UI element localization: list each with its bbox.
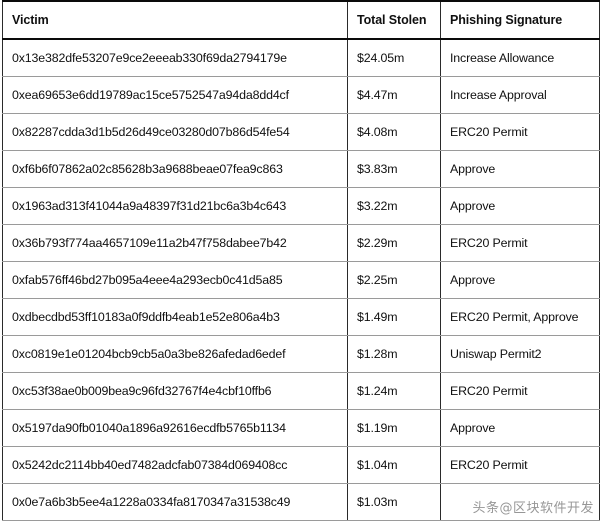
table-row: 0xc53f38ae0b009bea9c96fd32767f4e4cbf10ff… (2, 372, 600, 410)
cell-phishing-signature: Increase Allowance (440, 39, 600, 77)
table-row: 0x1963ad313f41044a9a48397f31d21bc6a3b4c6… (2, 187, 600, 225)
cell-total-stolen: $4.08m (347, 113, 441, 151)
cell-phishing-signature: Increase Approval (440, 76, 600, 114)
cell-total-stolen: $3.83m (347, 150, 441, 188)
table-row: 0x13e382dfe53207e9ce2eeeab330f69da279417… (2, 39, 600, 77)
cell-phishing-signature: ERC20 Permit (440, 224, 600, 262)
cell-victim-address: 0xea69653e6dd19789ac15ce5752547a94da8dd4… (2, 76, 348, 114)
column-header-phishing-signature: Phishing Signature (440, 0, 600, 40)
cell-victim-address: 0xc53f38ae0b009bea9c96fd32767f4e4cbf10ff… (2, 372, 348, 410)
cell-victim-address: 0x13e382dfe53207e9ce2eeeab330f69da279417… (2, 39, 348, 77)
cell-total-stolen: $24.05m (347, 39, 441, 77)
cell-victim-address: 0xf6b6f07862a02c85628b3a9688beae07fea9c8… (2, 150, 348, 188)
column-header-victim: Victim (2, 0, 348, 40)
table-row: 0x5197da90fb01040a1896a92616ecdfb5765b11… (2, 409, 600, 447)
table-row: 0x36b793f774aa4657109e11a2b47f758dabee7b… (2, 224, 600, 262)
table-row: 0xf6b6f07862a02c85628b3a9688beae07fea9c8… (2, 150, 600, 188)
table-row: 0x0e7a6b3b5ee4a1228a0334fa8170347a31538c… (2, 483, 600, 521)
cell-total-stolen: $1.04m (347, 446, 441, 484)
cell-victim-address: 0x1963ad313f41044a9a48397f31d21bc6a3b4c6… (2, 187, 348, 225)
cell-victim-address: 0x5197da90fb01040a1896a92616ecdfb5765b11… (2, 409, 348, 447)
cell-total-stolen: $1.19m (347, 409, 441, 447)
cell-victim-address: 0xc0819e1e01204bcb9cb5a0a3be826afedad6ed… (2, 335, 348, 373)
cell-phishing-signature: Approve (440, 150, 600, 188)
cell-victim-address: 0xdbecdbd53ff10183a0f9ddfb4eab1e52e806a4… (2, 298, 348, 336)
table-row: 0x5242dc2114bb40ed7482adcfab07384d069408… (2, 446, 600, 484)
cell-total-stolen: $1.03m (347, 483, 441, 521)
cell-victim-address: 0xfab576ff46bd27b095a4eee4a293ecb0c41d5a… (2, 261, 348, 299)
table-row: 0xc0819e1e01204bcb9cb5a0a3be826afedad6ed… (2, 335, 600, 373)
cell-total-stolen: $2.25m (347, 261, 441, 299)
table-body: 0x13e382dfe53207e9ce2eeeab330f69da279417… (2, 39, 600, 521)
table-row: 0xea69653e6dd19789ac15ce5752547a94da8dd4… (2, 76, 600, 114)
cell-phishing-signature: Approve (440, 261, 600, 299)
victim-table-container: Victim Total Stolen Phishing Signature 0… (0, 0, 600, 522)
victim-phishing-table: Victim Total Stolen Phishing Signature 0… (2, 0, 600, 521)
cell-total-stolen: $3.22m (347, 187, 441, 225)
cell-total-stolen: $2.29m (347, 224, 441, 262)
cell-phishing-signature: ERC20 Permit (440, 113, 600, 151)
cell-victim-address: 0x82287cdda3d1b5d26d49ce03280d07b86d54fe… (2, 113, 348, 151)
table-row: 0xdbecdbd53ff10183a0f9ddfb4eab1e52e806a4… (2, 298, 600, 336)
table-header-row: Victim Total Stolen Phishing Signature (2, 0, 600, 40)
table-row: 0x82287cdda3d1b5d26d49ce03280d07b86d54fe… (2, 113, 600, 151)
cell-phishing-signature: Uniswap Permit2 (440, 335, 600, 373)
cell-total-stolen: $4.47m (347, 76, 441, 114)
cell-phishing-signature (440, 483, 600, 521)
cell-phishing-signature: Approve (440, 187, 600, 225)
table-header: Victim Total Stolen Phishing Signature (2, 0, 600, 40)
cell-phishing-signature: ERC20 Permit (440, 446, 600, 484)
cell-victim-address: 0x5242dc2114bb40ed7482adcfab07384d069408… (2, 446, 348, 484)
table-row: 0xfab576ff46bd27b095a4eee4a293ecb0c41d5a… (2, 261, 600, 299)
cell-phishing-signature: Approve (440, 409, 600, 447)
cell-victim-address: 0x0e7a6b3b5ee4a1228a0334fa8170347a31538c… (2, 483, 348, 521)
column-header-total-stolen: Total Stolen (347, 0, 441, 40)
cell-phishing-signature: ERC20 Permit (440, 372, 600, 410)
cell-total-stolen: $1.49m (347, 298, 441, 336)
cell-phishing-signature: ERC20 Permit, Approve (440, 298, 600, 336)
cell-victim-address: 0x36b793f774aa4657109e11a2b47f758dabee7b… (2, 224, 348, 262)
cell-total-stolen: $1.24m (347, 372, 441, 410)
cell-total-stolen: $1.28m (347, 335, 441, 373)
